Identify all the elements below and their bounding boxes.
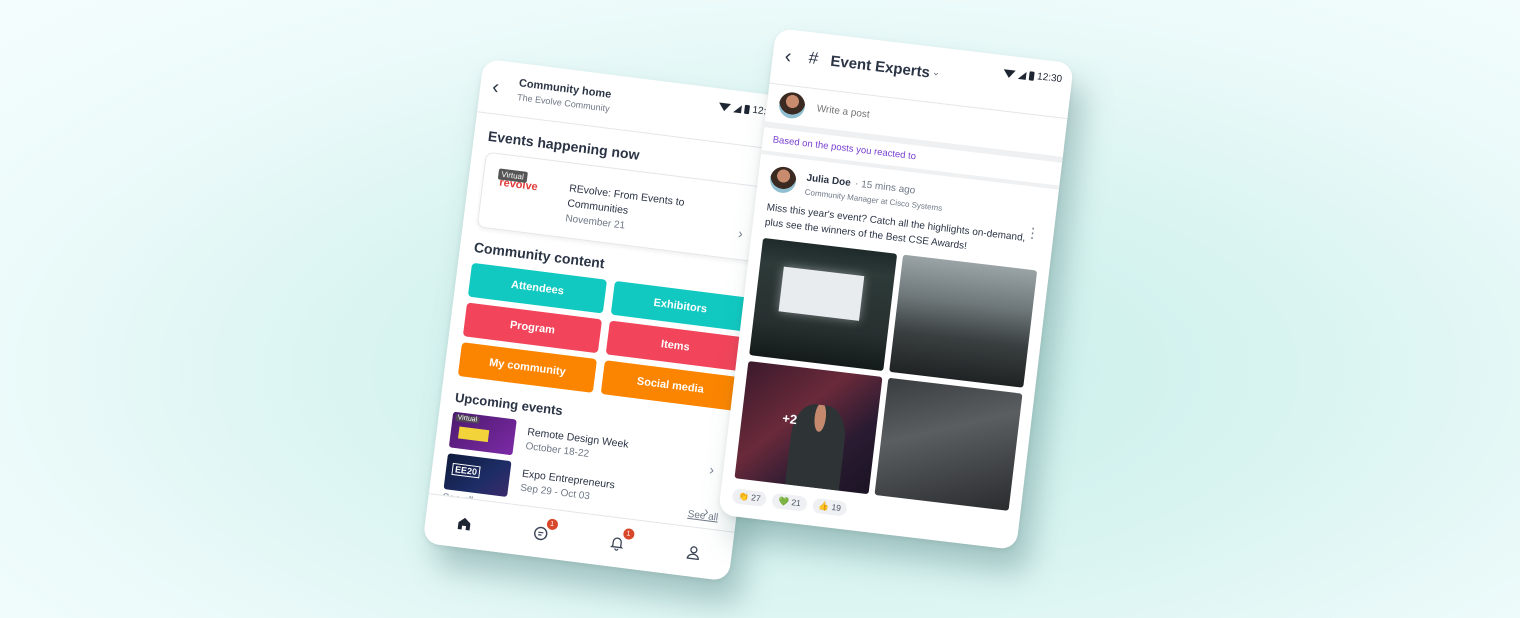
hashtag-icon: # bbox=[807, 48, 820, 69]
photo-conference-stage[interactable] bbox=[749, 237, 898, 372]
channel-title[interactable]: Event Experts bbox=[830, 53, 931, 82]
thumb-text: EE20 bbox=[451, 462, 481, 479]
reaction-count: 19 bbox=[830, 501, 842, 513]
clap-icon: 👏 bbox=[737, 490, 750, 503]
heart-icon: 💚 bbox=[777, 495, 790, 507]
reaction-count: 27 bbox=[750, 492, 762, 504]
chevron-right-icon: › bbox=[737, 224, 744, 242]
channel-screen: 12:30 ‹ # Event Experts ⌄ Based on the p… bbox=[718, 27, 1074, 551]
more-photos-count: +2 bbox=[781, 410, 799, 427]
photo-speaker[interactable]: +2 bbox=[734, 361, 883, 495]
nav-messages[interactable]: 1 bbox=[527, 517, 559, 547]
author-name[interactable]: Julia Doe bbox=[806, 173, 851, 189]
back-icon[interactable]: ‹ bbox=[491, 76, 500, 100]
photo-grid: +2 bbox=[734, 237, 1038, 511]
messages-badge: 1 bbox=[545, 517, 559, 530]
event-thumbnail: Virtual bbox=[448, 411, 517, 456]
more-options-icon[interactable]: ⋮ bbox=[1025, 224, 1041, 243]
user-icon bbox=[686, 545, 699, 560]
nav-notifications[interactable]: 1 bbox=[603, 527, 635, 556]
post-card: Julia Doe · 15 mins ago Community Manage… bbox=[719, 154, 1059, 545]
nav-home[interactable] bbox=[450, 510, 477, 537]
thumbs-up-icon: 👍 bbox=[818, 500, 830, 512]
avatar bbox=[777, 90, 807, 120]
back-icon[interactable]: ‹ bbox=[783, 45, 792, 69]
nav-profile[interactable] bbox=[680, 539, 707, 566]
notifications-badge: 1 bbox=[622, 527, 635, 540]
reaction-heart[interactable]: 💚 21 bbox=[771, 492, 808, 512]
chevron-right-icon: › bbox=[708, 461, 716, 478]
chevron-down-icon[interactable]: ⌄ bbox=[931, 67, 941, 79]
photo-conference-hall[interactable] bbox=[889, 254, 1038, 388]
virtual-tag: Virtual bbox=[455, 413, 480, 424]
author-avatar[interactable] bbox=[768, 164, 798, 194]
content-tiles: Attendees Exhibitors Program Items My co… bbox=[457, 262, 750, 411]
reaction-count: 21 bbox=[790, 497, 802, 509]
reaction-thumbs-up[interactable]: 👍 19 bbox=[811, 497, 848, 517]
photo-notebook[interactable] bbox=[874, 377, 1023, 511]
reaction-clap[interactable]: 👏 27 bbox=[731, 488, 768, 508]
event-thumbnail: EE20 bbox=[443, 453, 512, 497]
home-icon bbox=[457, 517, 470, 530]
